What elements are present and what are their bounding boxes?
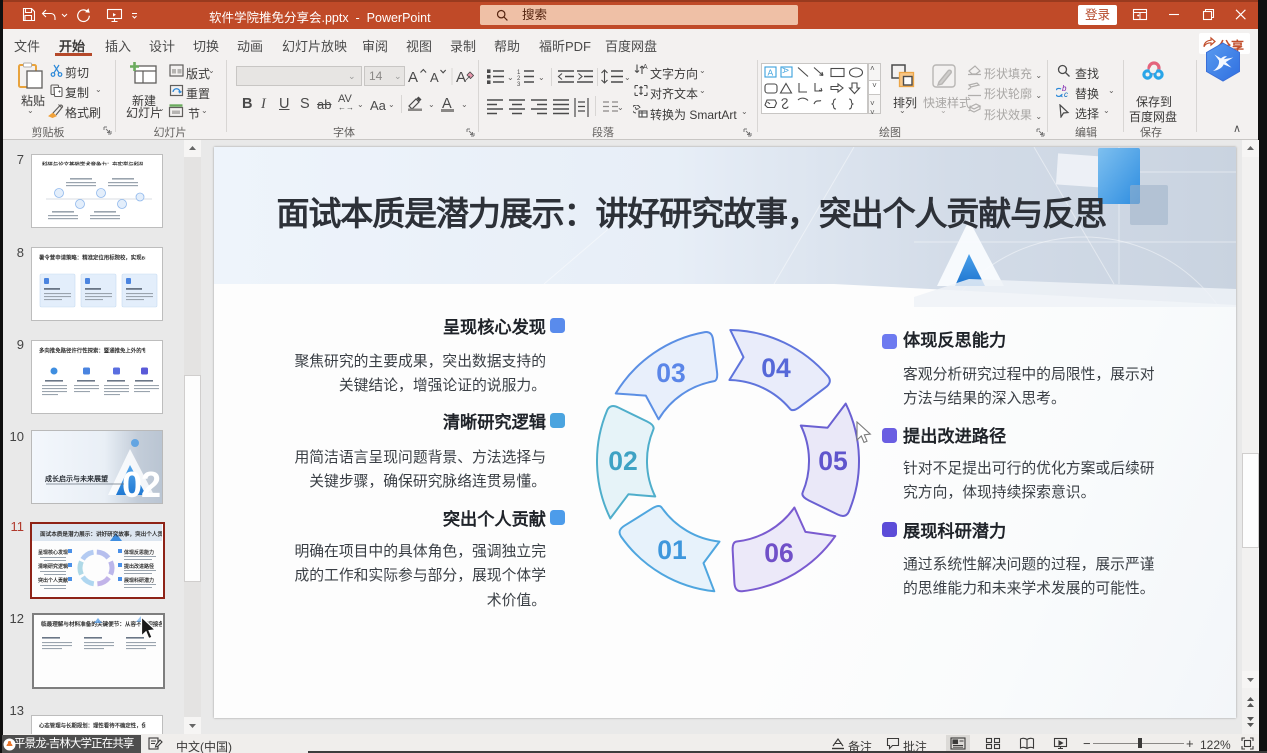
- svg-text:03: 03: [656, 358, 685, 388]
- svg-text:展现科研潜力: 展现科研潜力: [123, 577, 154, 584]
- svg-text:清晰研究逻辑: 清晰研究逻辑: [38, 563, 68, 570]
- svg-text:突出个人贡献: 突出个人贡献: [38, 577, 68, 584]
- svg-text:A: A: [768, 68, 774, 78]
- svg-text:A: A: [456, 69, 466, 86]
- svg-text:A: A: [643, 64, 648, 71]
- svg-text:体现反思能力: 体现反思能力: [124, 549, 154, 556]
- svg-text:3: 3: [517, 82, 521, 88]
- svg-text:01: 01: [657, 535, 686, 565]
- svg-text:A: A: [408, 69, 418, 86]
- svg-text:提出改进路径: 提出改进路径: [124, 563, 154, 570]
- svg-text:成长启示与未来展望: 成长启示与未来展望: [45, 474, 108, 483]
- svg-text:A: A: [430, 70, 439, 85]
- svg-text:c: c: [1064, 90, 1068, 98]
- svg-text:面试本质是潜力展示：讲好研究故事，突出个人贡献与反思: 面试本质是潜力展示：讲好研究故事，突出个人贡献与反思: [40, 530, 162, 538]
- svg-text:呈现核心发现: 呈现核心发现: [38, 549, 68, 556]
- svg-text:06: 06: [764, 538, 793, 568]
- svg-text:04: 04: [761, 353, 791, 383]
- svg-text:A: A: [781, 68, 791, 74]
- svg-text:02: 02: [608, 446, 637, 476]
- svg-text:05: 05: [818, 446, 847, 476]
- svg-text:02: 02: [122, 464, 160, 504]
